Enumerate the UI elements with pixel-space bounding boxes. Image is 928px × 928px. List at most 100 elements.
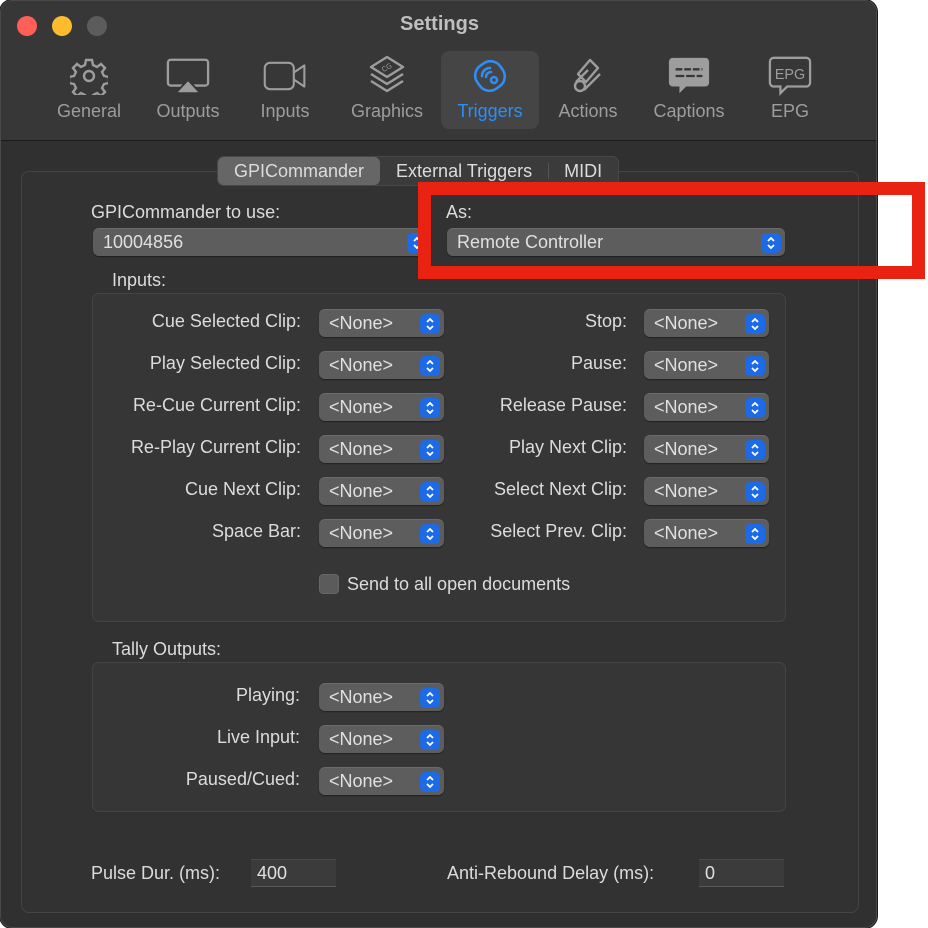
tab-gpicommander[interactable]: GPICommander — [218, 157, 381, 185]
popup-value: <None> — [329, 481, 394, 501]
svg-text:EPG: EPG — [775, 67, 805, 83]
tab-external-triggers[interactable]: External Triggers — [380, 157, 548, 185]
play-next-clip-popup[interactable]: <None> — [644, 435, 769, 463]
up-down-chevron-icon — [420, 398, 440, 418]
up-down-chevron-icon — [745, 440, 765, 460]
popup-value: <None> — [329, 355, 394, 375]
tab-segmented-control: GPICommander External Triggers MIDI — [217, 156, 620, 186]
re-cue-current-clip-label: Re-Cue Current Clip: — [132, 395, 301, 415]
toolbar-label: EPG — [770, 101, 809, 121]
as-popup[interactable]: Remote Controller — [447, 228, 785, 256]
up-down-chevron-icon — [420, 440, 440, 460]
cue-selected-clip-popup[interactable]: <None> — [319, 309, 444, 337]
popup-value: <None> — [329, 397, 394, 417]
up-down-chevron-icon — [420, 524, 440, 544]
tally-live-input-popup[interactable]: <None> — [319, 725, 444, 753]
re-play-current-clip-label: Re-Play Current Clip: — [130, 437, 301, 457]
toolbar-item-general[interactable]: General — [40, 51, 138, 129]
up-down-chevron-icon — [420, 688, 440, 708]
up-down-chevron-icon — [420, 730, 440, 750]
toolbar-item-outputs[interactable]: Outputs — [139, 51, 237, 129]
popup-value: <None> — [654, 481, 719, 501]
release-pause-popup[interactable]: <None> — [644, 393, 769, 421]
toolbar-label: Triggers — [457, 101, 523, 121]
layers-cg-icon: CG — [365, 55, 409, 96]
pause-label: Pause: — [570, 353, 627, 373]
cue-next-clip-popup[interactable]: <None> — [319, 477, 444, 505]
up-down-chevron-icon — [420, 772, 440, 792]
rebound-label: Anti-Rebound Delay (ms): — [447, 863, 655, 883]
tally-live-input-label: Live Input: — [216, 727, 300, 747]
re-play-current-clip-popup[interactable]: <None> — [319, 435, 444, 463]
stop-label: Stop: — [584, 311, 627, 331]
toolbar-label: Captions — [653, 101, 725, 121]
space-bar-popup[interactable]: <None> — [319, 519, 444, 547]
select-prev-clip-label: Select Prev. Clip: — [490, 521, 627, 541]
play-selected-clip-popup[interactable]: <None> — [319, 351, 444, 379]
toolbar-label: General — [56, 101, 122, 121]
toolbar-item-epg[interactable]: EPG EPG — [741, 51, 839, 129]
popup-value: <None> — [654, 355, 719, 375]
select-next-clip-label: Select Next Clip: — [493, 479, 627, 499]
settings-window: Settings General Outputs Inputs CG Graph… — [0, 0, 877, 928]
tally-paused-cued-label: Paused/Cued: — [185, 769, 300, 789]
play-selected-clip-label: Play Selected Clip: — [149, 353, 301, 373]
toolbar-item-captions[interactable]: Captions — [640, 51, 738, 129]
select-next-clip-popup[interactable]: <None> — [644, 477, 769, 505]
up-down-chevron-icon — [745, 524, 765, 544]
toolbar-item-graphics[interactable]: CG Graphics — [338, 51, 436, 129]
window-title: Settings — [400, 13, 479, 35]
up-down-chevron-icon — [420, 314, 440, 334]
svg-text:CG: CG — [381, 62, 394, 74]
send-all-checkbox[interactable] — [319, 574, 339, 594]
select-prev-clip-popup[interactable]: <None> — [644, 519, 769, 547]
cue-selected-clip-label: Cue Selected Clip: — [151, 311, 301, 331]
tally-title: Tally Outputs: — [112, 639, 222, 659]
gear-icon — [67, 56, 111, 96]
up-down-chevron-icon — [745, 398, 765, 418]
pause-popup[interactable]: <None> — [644, 351, 769, 379]
toolbar-label: Actions — [558, 101, 618, 121]
airplay-icon — [166, 56, 210, 96]
toolbar-item-triggers[interactable]: Triggers — [441, 51, 539, 129]
up-down-chevron-icon — [745, 356, 765, 376]
as-value: Remote Controller — [457, 232, 604, 252]
up-down-chevron-icon — [745, 314, 765, 334]
tally-paused-cued-popup[interactable]: <None> — [319, 767, 444, 795]
re-cue-current-clip-popup[interactable]: <None> — [319, 393, 444, 421]
toolbar-item-actions[interactable]: Actions — [539, 51, 637, 129]
anti-rebound-delay-input[interactable] — [699, 859, 784, 887]
tab-midi[interactable]: MIDI — [548, 157, 618, 185]
toolbar-label: Outputs — [156, 101, 220, 121]
scroll-icon — [566, 56, 610, 96]
popup-value: <None> — [654, 397, 719, 417]
device-value: 10004856 — [103, 232, 184, 252]
popup-value: <None> — [329, 313, 394, 333]
pulse-label: Pulse Dur. (ms): — [91, 863, 221, 883]
caption-bubble-icon — [667, 56, 711, 96]
release-pause-label: Release Pause: — [499, 395, 627, 415]
popup-value: <None> — [329, 771, 394, 791]
popup-value: <None> — [654, 313, 719, 333]
popup-value: <None> — [329, 439, 394, 459]
tally-playing-popup[interactable]: <None> — [319, 683, 444, 711]
epg-bubble-icon: EPG — [768, 56, 812, 96]
play-next-clip-label: Play Next Clip: — [508, 437, 627, 457]
device-label: GPICommander to use: — [91, 202, 281, 222]
title-bar: Settings General Outputs Inputs CG Graph… — [1, 1, 876, 141]
toolbar-item-inputs[interactable]: Inputs — [236, 51, 334, 129]
popup-value: <None> — [654, 439, 719, 459]
up-down-chevron-icon — [407, 233, 427, 253]
stop-popup[interactable]: <None> — [644, 309, 769, 337]
toolbar-label: Inputs — [260, 101, 310, 121]
popup-value: <None> — [329, 729, 394, 749]
video-camera-icon — [263, 56, 307, 96]
pulse-duration-input[interactable] — [251, 859, 336, 887]
device-popup[interactable]: 10004856 — [93, 228, 431, 256]
popup-value: <None> — [329, 687, 394, 707]
toolbar-label: Graphics — [350, 101, 424, 121]
popup-value: <None> — [329, 523, 394, 543]
tally-playing-label: Playing: — [235, 685, 300, 705]
up-down-chevron-icon — [761, 233, 781, 253]
up-down-chevron-icon — [420, 356, 440, 376]
